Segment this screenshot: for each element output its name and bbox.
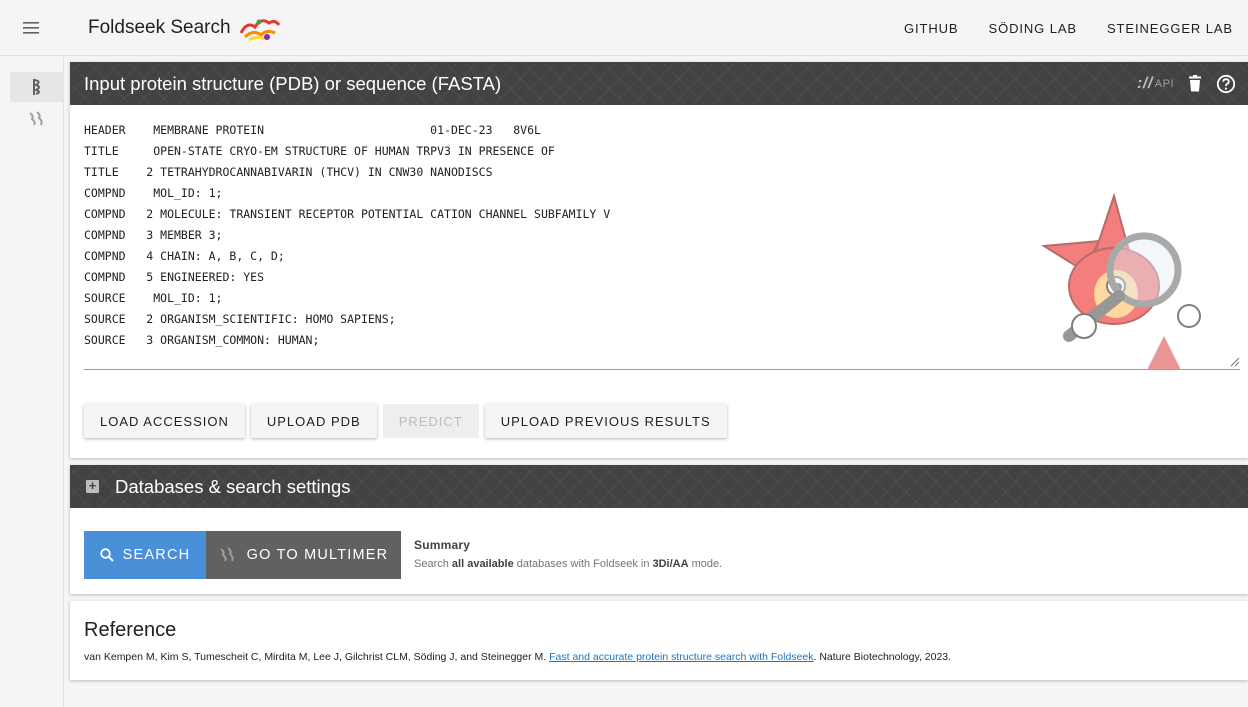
summary-pre: Search [414,558,452,570]
input-panel-title: Input protein structure (PDB) or sequenc… [84,72,502,94]
summary-title: Summary [414,538,471,552]
go-to-multimer-label: GO TO MULTIMER [246,547,389,563]
reference-citation: van Kempen M, Kim S, Tumescheit C, Mirdi… [84,651,951,663]
pdb-line: COMPND MOL_ID: 1; [84,186,223,200]
go-to-multimer-button[interactable]: GO TO MULTIMER [206,531,401,579]
search-summary: Summary Search all available databases w… [414,538,722,579]
input-panel: Input protein structure (PDB) or sequenc… [70,62,1248,458]
pdb-line: COMPND 4 CHAIN: A, B, C, D; [84,249,285,263]
api-button[interactable]: :// API [1137,75,1174,93]
reference-title: Reference [84,619,177,641]
nav-steinegger-lab[interactable]: STEINEGGER LAB [1092,0,1248,56]
upload-previous-results-button[interactable]: UPLOAD PREVIOUS RESULTS [484,404,727,438]
databases-panel-header[interactable]: + Databases & search settings [70,465,1248,508]
structure-icon [33,79,40,95]
summary-bold-databases: all available [451,558,514,570]
pdb-line: SOURCE 2 ORGANISM_SCIENTIFIC: HOMO SAPIE… [84,312,396,326]
reference-authors: van Kempen M, Kim S, Tumescheit C, Mirdi… [84,651,550,663]
pdb-line: COMPND 3 MEMBER 3; [84,228,223,242]
summary-bold-mode: 3Di/AA [652,558,689,570]
app-title-text: Foldseek Search [88,16,231,38]
nav-soeding-lab[interactable]: SÖDING LAB [974,0,1092,56]
sidebar [10,57,64,707]
header-tools: :// API [1137,62,1236,105]
top-nav: GITHUB SÖDING LAB STEINEGGER LAB [889,0,1248,56]
databases-panel-title: Databases & search settings [115,475,351,497]
search-icon [99,548,114,562]
search-row: SEARCH GO TO MULTIMER Summary Search all… [84,531,722,579]
sidebar-item-multimer[interactable] [10,104,64,134]
summary-text: Search all available databases with Fold… [414,558,722,570]
input-panel-header: Input protein structure (PDB) or sequenc… [70,62,1248,105]
pdb-line: SOURCE 3 ORGANISM_COMMON: HUMAN; [84,333,320,347]
load-accession-button[interactable]: LOAD ACCESSION [84,404,245,438]
menu-icon [23,21,39,34]
resize-handle-icon[interactable] [1228,355,1240,367]
pdb-line: TITLE 2 TETRAHYDROCANNABIVARIN (THCV) IN… [84,165,493,179]
app-bar: Foldseek Search GITHUB SÖDING LAB STEINE… [0,0,1248,56]
multimer-icon [220,547,234,562]
pdb-line: SOURCE MOL_ID: 1; [84,291,223,305]
pdb-line: COMPND 5 ENGINEERED: YES [84,270,265,284]
app-title[interactable]: Foldseek Search [88,13,281,43]
pdb-line: HEADER MEMBRANE PROTEIN 01-DEC-23 8V6L [84,123,541,137]
clear-button[interactable] [1188,75,1202,92]
sidebar-item-structure-search[interactable] [10,72,64,102]
api-label: API [1154,77,1174,90]
plus-box-icon: + [86,479,99,493]
pdb-line: COMPND 2 MOLECULE: TRANSIENT RECEPTOR PO… [84,207,611,221]
search-button-label: SEARCH [122,547,191,563]
predict-button[interactable]: PREDICT [382,404,479,438]
nav-github[interactable]: GITHUB [889,0,974,56]
summary-mid: databases with Foldseek in [513,558,653,570]
databases-panel: + Databases & search settings SEARCH GO … [70,465,1248,594]
reference-journal: . Nature Biotechnology, 2023. [813,651,952,663]
reference-panel: Reference van Kempen M, Kim S, Tumeschei… [70,601,1248,680]
menu-button[interactable] [0,0,64,56]
pdb-textarea[interactable]: HEADER MEMBRANE PROTEIN 01-DEC-23 8V6L T… [84,120,1240,370]
input-actions: LOAD ACCESSION UPLOAD PDB PREDICT UPLOAD… [84,404,727,438]
foldseek-logo-icon [239,18,280,41]
help-icon [1216,74,1236,93]
search-button[interactable]: SEARCH [84,531,206,579]
upload-pdb-button[interactable]: UPLOAD PDB [250,404,377,438]
trash-icon [1189,75,1201,92]
multimer-icon [29,111,43,126]
help-button[interactable] [1216,74,1236,94]
api-slashes-icon: :// [1137,74,1153,92]
reference-link[interactable]: Fast and accurate protein structure sear… [549,651,813,663]
pdb-line: TITLE OPEN-STATE CRYO-EM STRUCTURE OF HU… [84,144,555,158]
summary-post: mode. [688,558,723,570]
